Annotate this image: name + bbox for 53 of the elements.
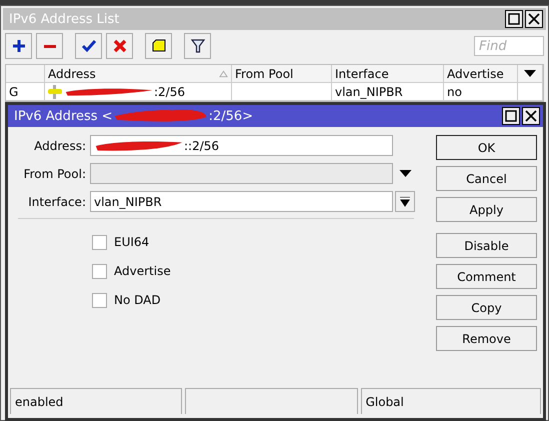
checkbox[interactable]	[92, 292, 107, 308]
close-icon[interactable]	[525, 10, 543, 28]
checkbox[interactable]	[92, 234, 107, 250]
field-label: From Pool:	[22, 166, 86, 180]
window-title: :2/56>	[208, 108, 254, 124]
table-cell: G	[9, 84, 18, 98]
dropdown-button[interactable]	[395, 191, 415, 212]
dialog-button[interactable]: Comment	[436, 264, 537, 289]
column-header[interactable]: Address	[45, 65, 232, 83]
maximize-icon[interactable]	[502, 107, 520, 125]
dialog-button[interactable]: OK	[436, 135, 537, 160]
maximize-icon[interactable]	[505, 10, 523, 28]
status-cell: Global	[360, 388, 541, 414]
column-header[interactable]: Advertise	[444, 65, 518, 83]
table-cell: no	[447, 84, 462, 98]
checkbox-label: EUI64	[114, 235, 150, 249]
dialog-button[interactable]: Remove	[436, 326, 537, 351]
note-icon	[150, 38, 166, 54]
filter-button[interactable]	[184, 33, 211, 59]
dropdown-icon[interactable]	[524, 70, 536, 77]
checkbox[interactable]	[92, 264, 107, 278]
dialog-button[interactable]: Apply	[436, 197, 537, 222]
filter-icon	[190, 38, 206, 54]
enable-button[interactable]	[75, 33, 102, 59]
close-icon[interactable]	[522, 107, 540, 125]
search-field[interactable]: Find	[474, 36, 544, 56]
window-title: IPv6 Address <	[14, 108, 113, 124]
address-field[interactable]: ::2/56	[90, 135, 393, 156]
interface-field[interactable]: vlan_NIPBR	[90, 191, 393, 212]
field-label: Address:	[33, 138, 86, 152]
dropdown-arrow-icon	[400, 196, 410, 206]
column-header[interactable]: From Pool	[232, 65, 332, 83]
remove-button[interactable]	[36, 33, 63, 59]
field-label: Interface:	[27, 194, 86, 208]
table-cell: vlan_NIPBR	[335, 84, 403, 98]
add-button[interactable]	[5, 33, 32, 59]
checkmark-icon	[80, 38, 96, 54]
table-cell: :2/56	[154, 84, 185, 98]
dialog-button[interactable]: Cancel	[436, 166, 537, 191]
plug-icon	[48, 84, 62, 98]
window-title: IPv6 Address List	[9, 12, 120, 26]
minus-icon	[44, 44, 56, 48]
disable-button[interactable]	[106, 33, 133, 59]
checkbox-label: No DAD	[114, 293, 161, 307]
status-cell: enabled	[10, 388, 182, 414]
checkbox-label: Advertise	[114, 264, 171, 278]
dialog-button[interactable]: Disable	[436, 233, 537, 258]
dialog-button[interactable]: Copy	[436, 295, 537, 320]
cross-icon	[112, 38, 128, 54]
dropdown-icon[interactable]	[398, 170, 412, 177]
comment-button[interactable]	[145, 33, 172, 59]
plus-icon	[10, 38, 26, 54]
column-header[interactable]: Interface	[332, 65, 444, 83]
